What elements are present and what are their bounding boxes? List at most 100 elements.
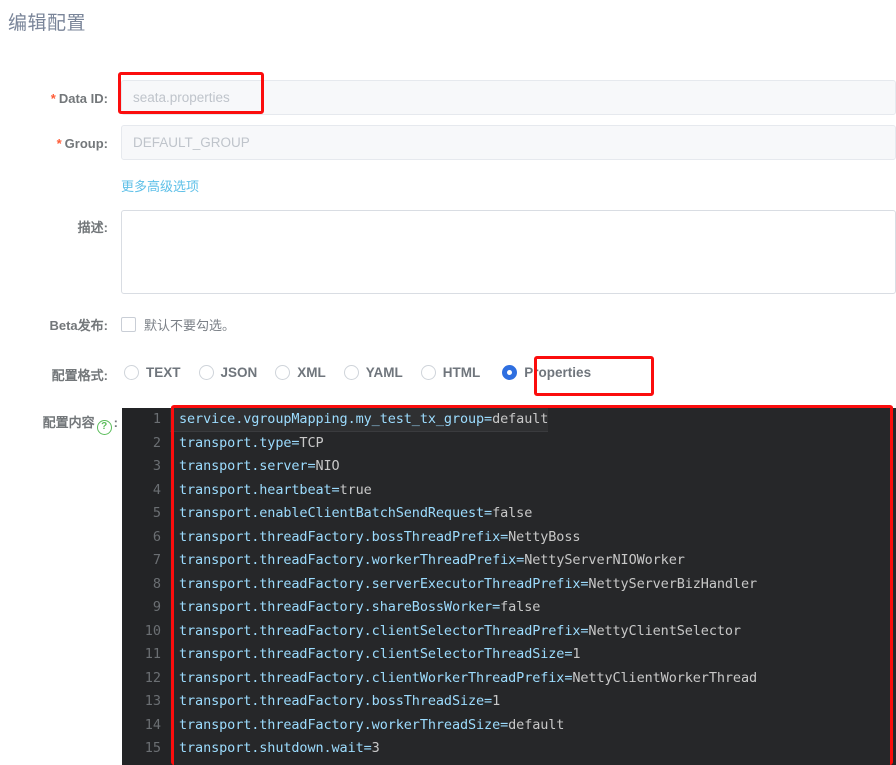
code-value: NettyServerNIOWorker bbox=[524, 552, 685, 568]
radio-circle-icon bbox=[275, 365, 291, 380]
line-number: 6 bbox=[152, 528, 161, 545]
line-number: 2 bbox=[152, 434, 161, 451]
code-line: 5 transport.enableClientBatchSendRequest=… bbox=[122, 502, 896, 526]
radio-label-xml: XML bbox=[297, 365, 326, 380]
data-id-label-text: Data ID bbox=[58, 91, 104, 106]
code-line: 7 transport.threadFactory.workerThreadPre… bbox=[122, 549, 896, 573]
code-text: transport.heartbeat=true bbox=[179, 481, 372, 498]
data-id-label: * Data ID: bbox=[50, 91, 108, 106]
format-label: 配置格式: bbox=[51, 368, 108, 383]
radio-option-html[interactable]: HTML bbox=[420, 365, 481, 380]
radio-circle-icon bbox=[124, 365, 139, 380]
code-text: transport.threadFactory.serverExecutorTh… bbox=[179, 575, 758, 592]
code-value: true bbox=[339, 481, 372, 498]
code-text: transport.threadFactory.clientSelectorTh… bbox=[179, 646, 581, 662]
beta-label-text: Beta发布 bbox=[49, 318, 104, 333]
question-mark-icon[interactable]: ? bbox=[96, 420, 112, 435]
line-number: 10 bbox=[144, 622, 161, 639]
code-line: 8 transport.threadFactory.serverExecutorT… bbox=[122, 573, 896, 597]
code-text: transport.threadFactory.workerThreadSize… bbox=[179, 716, 565, 733]
radio-option-text[interactable]: TEXT bbox=[124, 365, 181, 380]
page-title: 编辑配置 bbox=[8, 13, 87, 34]
line-number: 1 bbox=[152, 411, 161, 427]
code-text: transport.threadFactory.bossThreadPrefix… bbox=[179, 528, 581, 545]
radio-circle-icon bbox=[420, 365, 436, 380]
radio-option-properties[interactable]: Properties bbox=[502, 365, 591, 380]
radio-label-text: TEXT bbox=[146, 365, 181, 380]
line-number: 12 bbox=[144, 669, 161, 686]
line-number: 15 bbox=[144, 740, 161, 756]
code-line: 6 transport.threadFactory.bossThreadPrefi… bbox=[122, 526, 896, 550]
code-line: 15 transport.shutdown.wait=3 bbox=[122, 737, 896, 761]
advanced-link-zone: 更多高级选项 bbox=[121, 176, 896, 196]
beta-checkbox-zone: 默认不要勾选。 bbox=[121, 315, 896, 334]
data-id-field-zone bbox=[121, 80, 896, 115]
group-input[interactable] bbox=[121, 125, 896, 160]
description-textarea[interactable] bbox=[121, 210, 896, 294]
group-label-text: Group bbox=[64, 136, 104, 151]
format-label-text: 配置格式 bbox=[51, 368, 104, 383]
code-value: NIO bbox=[315, 458, 340, 474]
code-value: default bbox=[508, 716, 565, 733]
code-text: transport.threadFactory.bossThreadSize=1 bbox=[179, 693, 501, 709]
code-text: transport.enableClientBatchSendRequest=f… bbox=[179, 505, 533, 521]
code-value: false bbox=[492, 505, 533, 521]
code-value: 3 bbox=[371, 740, 380, 756]
radio-label-yaml: YAML bbox=[365, 365, 403, 380]
code-text: transport.threadFactory.workerThreadPref… bbox=[179, 552, 685, 568]
radio-label-json: JSON bbox=[220, 365, 258, 380]
content-label-text: 配置内容 bbox=[42, 415, 95, 430]
config-content-editor[interactable]: 1 service.vgroupMapping.my_test_tx_group=… bbox=[122, 408, 896, 765]
code-value: false bbox=[500, 599, 541, 615]
editor-code-area[interactable]: 1 service.vgroupMapping.my_test_tx_group=… bbox=[122, 408, 896, 765]
beta-label: Beta发布: bbox=[49, 318, 108, 333]
code-value: 1 bbox=[492, 693, 501, 709]
required-asterisk: * bbox=[50, 91, 56, 106]
code-line: 13 transport.threadFactory.bossThreadSize… bbox=[122, 690, 896, 714]
line-number: 9 bbox=[152, 599, 161, 615]
code-line: 11 transport.threadFactory.clientSelector… bbox=[122, 643, 896, 667]
code-line: 14 transport.threadFactory.workerThreadSi… bbox=[122, 714, 896, 738]
group-label: * Group: bbox=[56, 136, 108, 151]
radio-circle-icon bbox=[343, 365, 359, 380]
more-advanced-options-link[interactable]: 更多高级选项 bbox=[121, 179, 199, 194]
line-number: 7 bbox=[152, 552, 161, 568]
code-line: 9 transport.threadFactory.shareBossWorker… bbox=[122, 596, 896, 620]
radio-circle-selected-icon bbox=[502, 365, 518, 380]
radio-circle-icon bbox=[198, 365, 214, 380]
code-value: NettyClientSelector bbox=[588, 622, 741, 639]
code-text: transport.server=NIO bbox=[179, 458, 340, 474]
line-number: 8 bbox=[152, 575, 161, 592]
code-line: 10 transport.threadFactory.clientSelector… bbox=[122, 620, 896, 644]
data-id-input[interactable] bbox=[121, 80, 896, 115]
code-text: service.vgroupMapping.my_test_tx_group=d… bbox=[170, 408, 548, 432]
beta-checkbox[interactable] bbox=[121, 317, 136, 332]
code-line: 3 transport.server=NIO bbox=[122, 455, 896, 479]
format-radio-group: TEXT JSON XML YAML HTML Properties bbox=[124, 365, 896, 380]
code-value: 1 bbox=[572, 646, 581, 662]
code-line: 12 transport.threadFactory.clientWorkerTh… bbox=[122, 667, 896, 691]
code-text: transport.shutdown.wait=3 bbox=[179, 740, 380, 756]
radio-option-xml[interactable]: XML bbox=[275, 365, 326, 380]
description-label: 描述: bbox=[77, 220, 108, 235]
line-number: 11 bbox=[144, 646, 161, 662]
radio-option-json[interactable]: JSON bbox=[198, 365, 258, 380]
code-text: transport.threadFactory.clientWorkerThre… bbox=[179, 669, 757, 686]
radio-option-yaml[interactable]: YAML bbox=[343, 365, 403, 380]
description-label-text: 描述 bbox=[77, 220, 104, 235]
description-field-zone bbox=[121, 210, 896, 294]
code-value: NettyBoss bbox=[508, 528, 581, 545]
radio-label-html: HTML bbox=[442, 365, 481, 380]
code-value: NettyClientWorkerThread bbox=[572, 669, 757, 686]
code-value: default bbox=[492, 411, 549, 427]
code-text: transport.threadFactory.clientSelectorTh… bbox=[179, 622, 741, 639]
line-number: 13 bbox=[144, 693, 161, 709]
line-number: 3 bbox=[152, 458, 161, 474]
code-line: 4 transport.heartbeat=true bbox=[122, 479, 896, 503]
line-number: 4 bbox=[152, 481, 161, 498]
radio-label-properties: Properties bbox=[524, 365, 592, 380]
code-value: NettyServerBizHandler bbox=[588, 575, 758, 592]
content-colon: : bbox=[113, 415, 118, 430]
required-asterisk: * bbox=[56, 136, 62, 151]
group-field-zone bbox=[121, 125, 896, 160]
